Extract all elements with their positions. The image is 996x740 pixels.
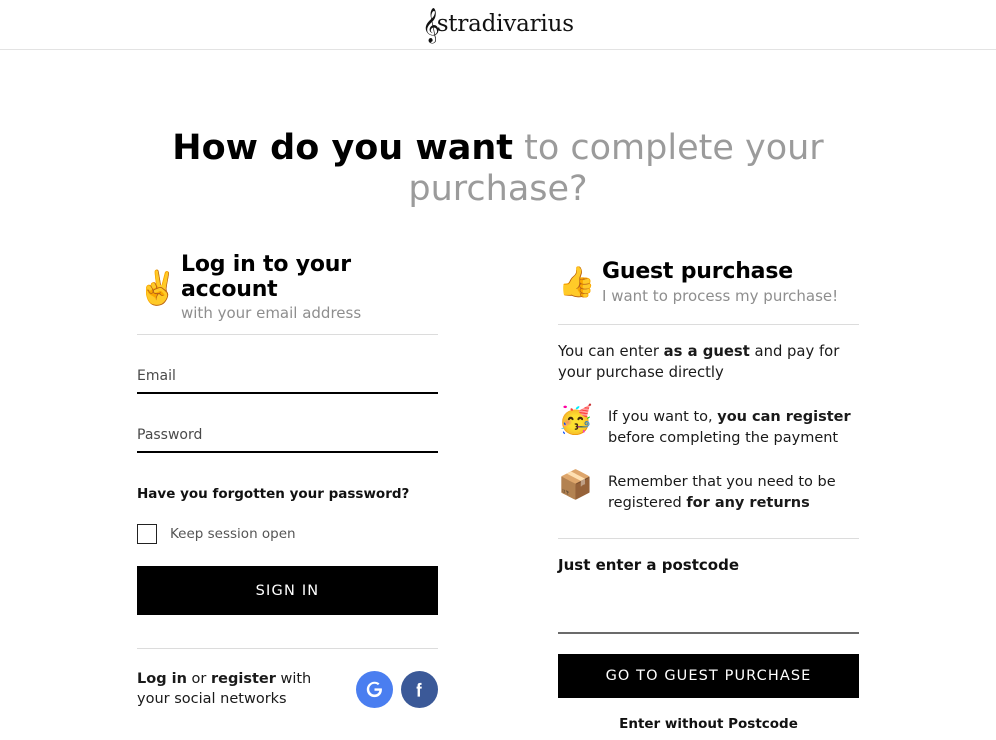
- social-login-row: Log in or register with your social netw…: [137, 669, 438, 709]
- social-login-text: Log in or register with your social netw…: [137, 669, 333, 709]
- login-title: Log in to your account: [181, 252, 351, 302]
- google-icon: [366, 681, 382, 698]
- guest-info-row-returns: 📦 Remember that you need to be registere…: [558, 470, 859, 513]
- returns-text-bold: for any returns: [686, 494, 810, 511]
- register-text-part1: If you want to,: [608, 409, 718, 426]
- postcode-input[interactable]: [558, 606, 859, 628]
- login-subtitle: with your email address: [181, 304, 362, 323]
- guest-lead-part1: You can enter: [558, 343, 664, 361]
- guest-info-text-register: If you want to, you can register before …: [608, 405, 859, 448]
- victory-hand-emoji: ✌️: [137, 268, 179, 308]
- guest-panel-titles: Guest purchase I want to process my purc…: [602, 260, 859, 305]
- login-panel-header: ✌️ Log in to your account with your emai…: [137, 252, 438, 336]
- password-field-wrapper: [137, 424, 438, 454]
- register-text-bold: you can register: [717, 409, 851, 426]
- page-title-bold: How do you want: [172, 128, 513, 168]
- forgot-password-link[interactable]: Have you forgotten your password?: [137, 486, 438, 502]
- facebook-icon: [416, 682, 422, 697]
- social-login-text-login: Log in: [137, 671, 187, 688]
- guest-title: Guest purchase: [602, 259, 793, 285]
- social-icons: [356, 670, 438, 708]
- guest-divider: [558, 537, 859, 539]
- package-emoji: 📦: [558, 468, 593, 502]
- site-header: 𝄞 stradivarius: [0, 0, 996, 50]
- guest-panel: 👍 Guest purchase I want to process my pu…: [558, 253, 859, 732]
- facebook-login-button[interactable]: [401, 670, 438, 708]
- guest-subtitle: I want to process my purchase!: [602, 287, 839, 305]
- guest-lead-text: You can enter as a guest and pay for you…: [558, 341, 859, 383]
- login-panel-titles: Log in to your account with your email a…: [181, 252, 438, 323]
- social-login-text-register: register: [210, 671, 276, 688]
- password-input[interactable]: [137, 427, 438, 448]
- social-login-text-or: or: [186, 671, 211, 688]
- email-input[interactable]: [137, 368, 438, 389]
- partying-face-emoji: 🥳: [558, 403, 593, 437]
- login-panel: ✌️ Log in to your account with your emai…: [137, 252, 438, 731]
- enter-without-postcode-link[interactable]: Enter without Postcode: [558, 716, 859, 732]
- go-to-guest-purchase-button[interactable]: GO TO GUEST PURCHASE: [558, 653, 859, 698]
- sign-in-button[interactable]: SIGN IN: [137, 566, 438, 616]
- keep-session-row[interactable]: Keep session open: [137, 524, 438, 545]
- google-login-button[interactable]: [356, 670, 393, 708]
- treble-clef-icon: 𝄞: [422, 7, 440, 43]
- keep-session-label: Keep session open: [170, 526, 296, 543]
- keep-session-checkbox[interactable]: [137, 524, 157, 545]
- email-field-wrapper: [137, 365, 438, 395]
- options-columns: ✌️ Log in to your account with your emai…: [0, 252, 996, 732]
- guest-panel-header: 👍 Guest purchase I want to process my pu…: [558, 253, 859, 326]
- postcode-field-wrapper: [558, 605, 859, 634]
- guest-info-text-returns: Remember that you need to be registered …: [608, 470, 859, 513]
- register-text-part2: before completing the payment: [608, 429, 839, 446]
- guest-lead-bold: as a guest: [663, 343, 750, 361]
- stradivarius-logo[interactable]: 𝄞 stradivarius: [422, 7, 574, 43]
- logo-wordmark: stradivarius: [436, 11, 574, 37]
- page-title: How do you want to complete your purchas…: [168, 128, 828, 209]
- guest-info-row-register: 🥳 If you want to, you can register befor…: [558, 405, 859, 448]
- thumbs-up-emoji: 👍: [558, 264, 596, 300]
- login-divider: [137, 648, 438, 650]
- postcode-title: Just enter a postcode: [558, 555, 739, 574]
